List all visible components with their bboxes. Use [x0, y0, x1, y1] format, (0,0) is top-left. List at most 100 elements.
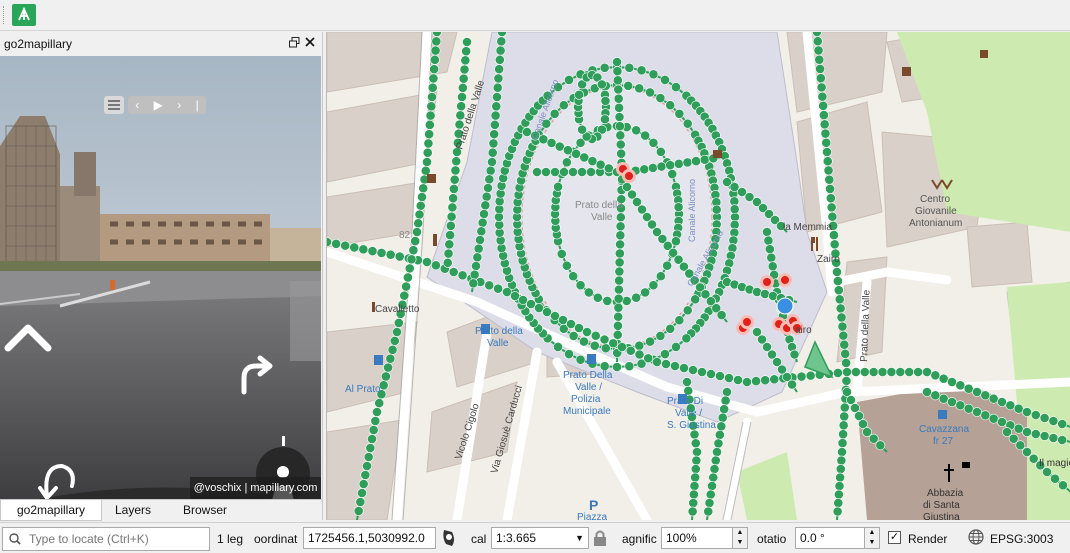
image-point[interactable] [681, 333, 692, 344]
image-point[interactable] [445, 220, 456, 231]
photo-credit[interactable]: @voschix | mapillary.com [190, 477, 321, 499]
image-point[interactable] [787, 379, 797, 390]
image-point[interactable] [670, 361, 680, 371]
image-point[interactable] [671, 82, 681, 92]
image-point[interactable] [491, 101, 502, 112]
image-point[interactable] [837, 447, 847, 457]
image-point[interactable] [616, 148, 627, 159]
image-point[interactable] [624, 62, 635, 73]
image-point[interactable] [688, 365, 698, 375]
image-point[interactable] [955, 400, 966, 411]
image-point[interactable] [1013, 423, 1024, 434]
image-point[interactable] [665, 323, 676, 334]
image-point[interactable] [450, 165, 461, 176]
image-point[interactable] [660, 75, 670, 85]
image-point[interactable] [673, 202, 684, 213]
image-point[interactable] [613, 320, 623, 331]
image-point[interactable] [997, 417, 1007, 427]
image-point[interactable] [938, 373, 949, 384]
image-point[interactable] [827, 211, 838, 222]
image-point[interactable] [579, 336, 589, 347]
image-point[interactable] [820, 128, 831, 139]
image-point[interactable] [955, 380, 966, 391]
image-point[interactable] [841, 358, 851, 368]
image-point[interactable] [414, 209, 425, 220]
image-point[interactable] [615, 230, 626, 241]
image-point[interactable] [988, 413, 999, 424]
image-point[interactable] [480, 200, 491, 211]
image-point[interactable] [372, 407, 382, 417]
image-point[interactable] [665, 100, 676, 111]
image-point[interactable] [1013, 403, 1024, 414]
image-point[interactable] [829, 239, 840, 250]
image-point[interactable] [357, 488, 367, 498]
image-point[interactable] [444, 239, 455, 250]
image-point[interactable] [729, 204, 740, 215]
image-point[interactable] [380, 371, 391, 382]
image-point[interactable] [489, 129, 500, 140]
image-point[interactable] [825, 184, 835, 194]
image-point[interactable] [719, 404, 730, 415]
image-point[interactable] [403, 272, 413, 283]
image-point[interactable] [575, 280, 586, 291]
image-point[interactable] [556, 249, 567, 259]
image-point[interactable] [833, 276, 843, 286]
chevron-down-icon[interactable]: ▼ [575, 528, 584, 548]
image-point[interactable] [613, 302, 624, 313]
image-point[interactable] [913, 367, 924, 377]
image-point[interactable] [574, 89, 584, 100]
image-point[interactable] [682, 377, 692, 387]
image-point[interactable] [691, 455, 702, 466]
image-point[interactable] [822, 147, 832, 157]
image-point[interactable] [615, 212, 626, 223]
image-point[interactable] [1057, 435, 1068, 445]
image-point[interactable] [612, 362, 622, 372]
image-point[interactable] [868, 367, 879, 377]
image-point[interactable] [859, 367, 870, 377]
image-point[interactable] [822, 156, 833, 167]
image-point[interactable] [564, 75, 574, 85]
image-point[interactable] [447, 202, 458, 213]
image-point[interactable] [652, 357, 662, 367]
toolbar-grip[interactable] [3, 6, 7, 24]
image-point[interactable] [813, 45, 824, 56]
image-point[interactable] [487, 157, 497, 167]
image-point[interactable] [553, 342, 563, 352]
image-point[interactable] [492, 82, 503, 93]
image-point[interactable] [410, 236, 421, 246]
image-point[interactable] [575, 354, 586, 365]
image-point[interactable] [837, 321, 848, 332]
render-checkbox[interactable]: ✓ [888, 531, 901, 544]
image-point[interactable] [613, 311, 624, 322]
image-point[interactable] [417, 192, 427, 202]
image-point[interactable] [697, 367, 707, 377]
image-point[interactable] [579, 152, 590, 163]
image-point[interactable] [766, 252, 777, 263]
close-icon[interactable] [304, 36, 316, 50]
image-point[interactable] [374, 398, 385, 409]
image-point[interactable] [704, 498, 715, 508]
image-point[interactable] [682, 305, 693, 316]
image-point[interactable] [603, 163, 614, 174]
image-point[interactable] [671, 236, 681, 247]
image-point[interactable] [485, 165, 496, 176]
image-point[interactable] [430, 260, 441, 271]
image-point[interactable] [834, 294, 845, 305]
image-point[interactable] [963, 383, 974, 394]
image-point[interactable] [532, 167, 542, 177]
image-point[interactable] [1005, 400, 1016, 411]
image-point[interactable] [631, 125, 642, 136]
image-point[interactable] [412, 227, 422, 237]
image-point[interactable] [838, 429, 849, 440]
image-point[interactable] [446, 211, 457, 222]
image-point[interactable] [599, 62, 610, 73]
image-point[interactable] [358, 479, 369, 489]
image-point[interactable] [821, 137, 832, 148]
image-point[interactable] [656, 161, 667, 172]
image-point[interactable] [448, 193, 459, 204]
image-point[interactable] [393, 318, 404, 328]
image-point[interactable] [477, 217, 488, 228]
image-point[interactable] [938, 393, 949, 404]
image-point[interactable] [561, 260, 572, 271]
image-point[interactable] [690, 472, 701, 483]
